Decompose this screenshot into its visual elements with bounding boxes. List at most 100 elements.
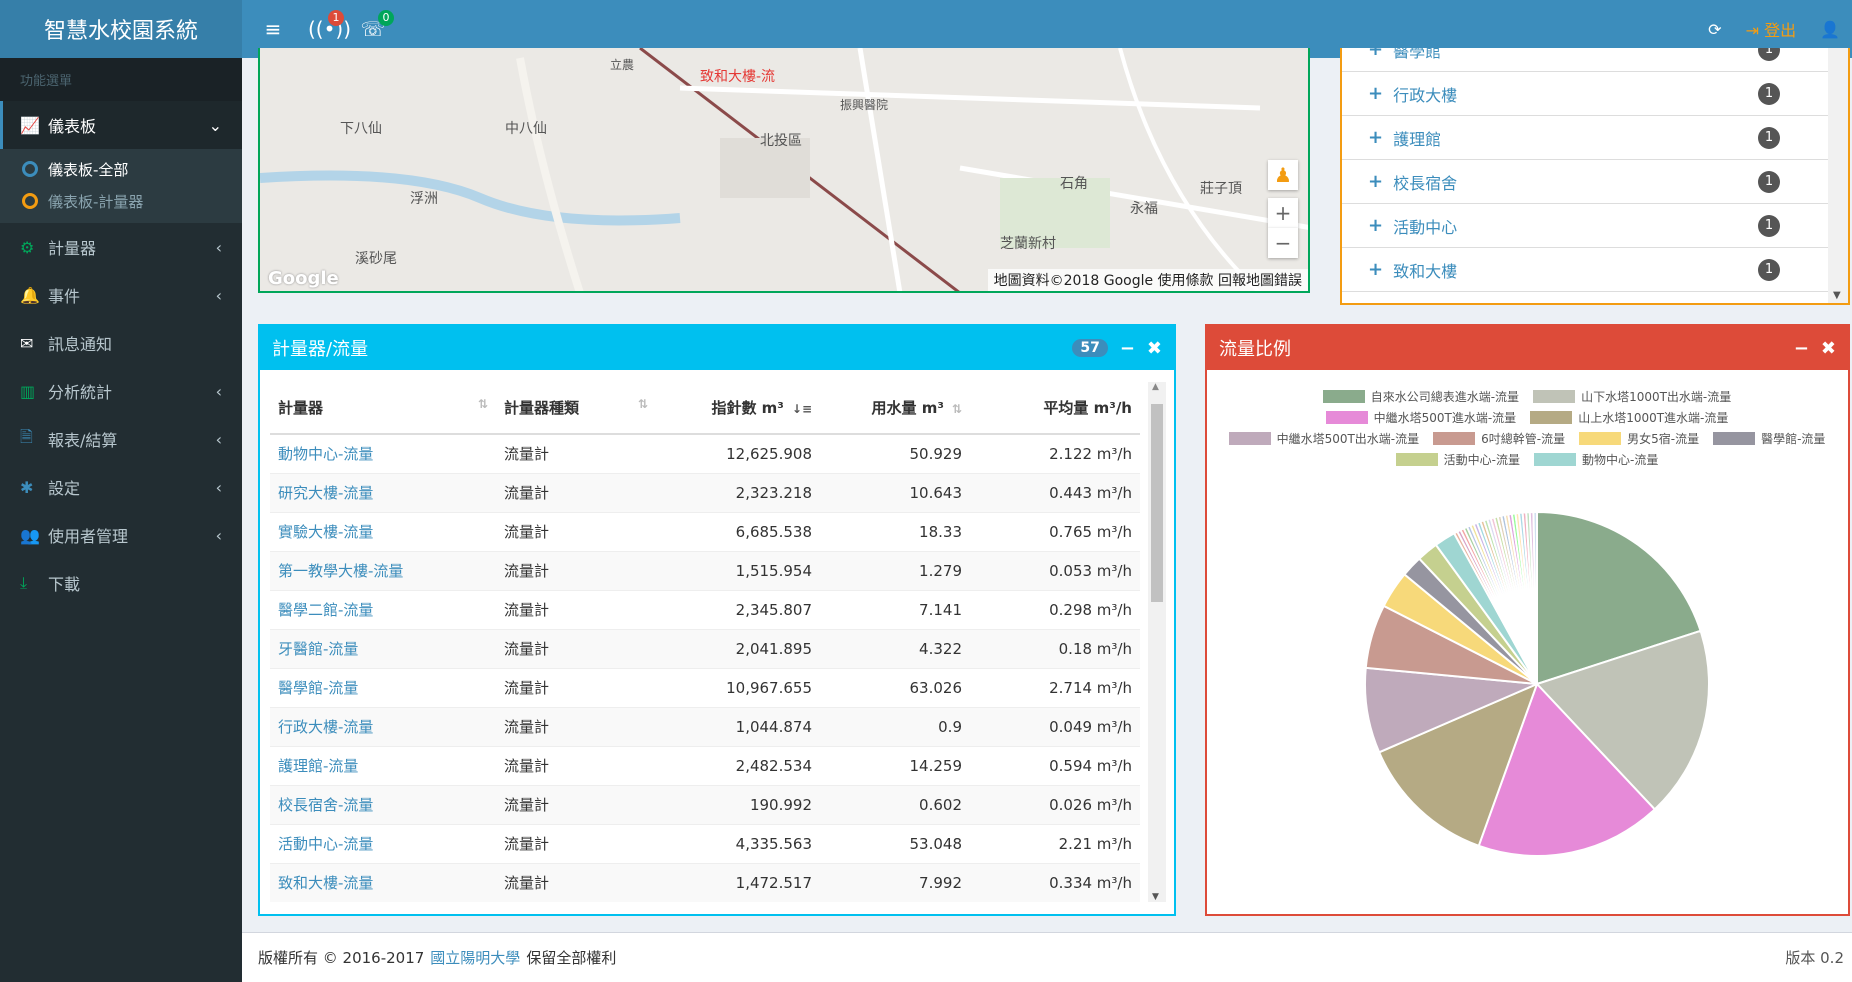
- sidebar-item-users[interactable]: 👥 使用者管理 ‹: [0, 511, 242, 559]
- building-item[interactable]: + 活動中心 1: [1342, 204, 1832, 248]
- building-item[interactable]: + 醫學館 1: [1342, 48, 1832, 72]
- sidebar-item-events[interactable]: 🔔 事件 ‹: [0, 271, 242, 319]
- meter-name-cell[interactable]: 牙醫館-流量: [270, 628, 496, 668]
- map-label: 下八仙: [340, 121, 382, 137]
- map-attribution[interactable]: 地圖資料©2018 Google 使用條款 回報地圖錯誤: [987, 269, 1308, 291]
- average-cell: 0.049 m³/h: [970, 706, 1140, 746]
- scroll-down-icon[interactable]: ▼: [1833, 290, 1841, 301]
- building-list-items: + 醫學館 1 + 行政大樓 1 + 護理館 1 + 校長宿舍 1 + 活動中心 1 + 致和大樓 1: [1342, 48, 1832, 292]
- meter-name-cell[interactable]: 致和大樓-流量: [270, 862, 496, 902]
- meter-reading-cell: 12,625.908: [656, 433, 820, 473]
- refresh-icon[interactable]: ⟳: [1708, 20, 1721, 39]
- sidebar-item-settings[interactable]: ✱ 設定 ‹: [0, 463, 242, 511]
- column-header[interactable]: 平均量 m³/h: [970, 382, 1140, 435]
- scroll-down-icon[interactable]: ▼: [1152, 892, 1159, 902]
- campus-map[interactable]: 致和大樓-流 北投區 中八仙 下八仙 浮洲 溪砂尾 石角 永福 莊子頂 芝蘭新村…: [258, 48, 1310, 293]
- meters-panel: 計量器/流量 57 − ✖ 計量器 ⇅ 計量器種類 ⇅ 指針數 m³ ↓≡ 用水量 m…: [258, 324, 1176, 916]
- average-cell: 0.443 m³/h: [970, 472, 1140, 512]
- table-header-row: 計量器 ⇅ 計量器種類 ⇅ 指針數 m³ ↓≡ 用水量 m³ ⇅ 平均量 m³/h: [270, 382, 1140, 435]
- average-cell: 0.18 m³/h: [970, 628, 1140, 668]
- table-row[interactable]: 研究大樓-流量 流量計 2,323.218 10.643 0.443 m³/h: [270, 472, 1140, 512]
- map-marker-label[interactable]: 致和大樓-流: [700, 66, 775, 86]
- sidebar-subitem-dashboard-all[interactable]: 儀表板-全部: [0, 153, 242, 185]
- building-count-badge: 1: [1758, 82, 1780, 105]
- pegman-icon[interactable]: ♟: [1268, 160, 1298, 190]
- notice-icon[interactable]: ☏ 0: [358, 10, 394, 44]
- meter-name-cell[interactable]: 醫學二館-流量: [270, 589, 496, 629]
- sidebar-item-messages[interactable]: ✉ 訊息通知: [0, 319, 242, 367]
- chevron-left-icon: ‹: [215, 381, 222, 401]
- sidebar-item-dashboard[interactable]: 📈 儀表板 ⌄: [0, 101, 242, 149]
- column-label: 平均量 m³/h: [1043, 399, 1132, 417]
- table-row[interactable]: 致和大樓-流量 流量計 1,472.517 7.992 0.334 m³/h: [270, 862, 1140, 902]
- building-item[interactable]: + 行政大樓 1: [1342, 72, 1832, 116]
- footer-university-link[interactable]: 國立陽明大學: [430, 947, 520, 968]
- table-row[interactable]: 實驗大樓-流量 流量計 6,685.538 18.33 0.765 m³/h: [270, 511, 1140, 551]
- average-cell: 0.026 m³/h: [970, 784, 1140, 824]
- meter-name-cell[interactable]: 醫學館-流量: [270, 667, 496, 707]
- sidebar-item-meters[interactable]: ⚙ 計量器 ‹: [0, 223, 242, 271]
- table-row[interactable]: 行政大樓-流量 流量計 1,044.874 0.9 0.049 m³/h: [270, 706, 1140, 746]
- sidebar-item-label: 計量器: [48, 239, 97, 258]
- table-row[interactable]: 醫學館-流量 流量計 10,967.655 63.026 2.714 m³/h: [270, 667, 1140, 707]
- column-header[interactable]: 用水量 m³ ⇅: [820, 382, 970, 435]
- table-row[interactable]: 動物中心-流量 流量計 12,625.908 50.929 2.122 m³/h: [270, 433, 1140, 473]
- scroll-up-icon[interactable]: ▲: [1152, 382, 1159, 392]
- building-list-scrollbar[interactable]: ▼: [1828, 48, 1848, 303]
- building-item[interactable]: + 致和大樓 1: [1342, 248, 1832, 292]
- meter-type-cell: 流量計: [496, 706, 656, 746]
- table-row[interactable]: 護理館-流量 流量計 2,482.534 14.259 0.594 m³/h: [270, 745, 1140, 785]
- sidebar-item-analytics[interactable]: ▥ 分析統計 ‹: [0, 367, 242, 415]
- table-row[interactable]: 第一教學大樓-流量 流量計 1,515.954 1.279 0.053 m³/h: [270, 550, 1140, 590]
- meter-name-cell[interactable]: 活動中心-流量: [270, 823, 496, 863]
- sidebar-item-label: 下載: [48, 575, 81, 594]
- chevron-left-icon: ‹: [215, 237, 222, 257]
- average-cell: 0.765 m³/h: [970, 511, 1140, 551]
- table-row[interactable]: 醫學二館-流量 流量計 2,345.807 7.141 0.298 m³/h: [270, 589, 1140, 629]
- meter-name-cell[interactable]: 第一教學大樓-流量: [270, 550, 496, 590]
- footer-rights: 保留全部權利: [526, 949, 617, 967]
- meter-name-cell[interactable]: 實驗大樓-流量: [270, 511, 496, 551]
- plus-icon: +: [1368, 259, 1384, 280]
- map-label: 北投區: [760, 133, 802, 149]
- table-row[interactable]: 校長宿舍-流量 流量計 190.992 0.602 0.026 m³/h: [270, 784, 1140, 824]
- table-row[interactable]: 牙醫館-流量 流量計 2,041.895 4.322 0.18 m³/h: [270, 628, 1140, 668]
- logout-button[interactable]: ⇥ 登出: [1746, 17, 1797, 41]
- building-item[interactable]: + 護理館 1: [1342, 116, 1832, 160]
- meter-name-cell[interactable]: 動物中心-流量: [270, 433, 496, 473]
- sidebar-item-label: 報表/結算: [48, 431, 118, 450]
- column-label: 指針數 m³: [711, 399, 784, 417]
- meter-name-cell[interactable]: 護理館-流量: [270, 745, 496, 785]
- app-brand[interactable]: 智慧水校園系統: [0, 0, 242, 58]
- usage-cell: 4.322: [820, 628, 970, 668]
- ratio-panel: 流量比例 − ✖ 自來水公司總表進水端-流量 山下水塔1000T出水端-流量 中繼水…: [1205, 324, 1850, 916]
- meter-name-cell[interactable]: 行政大樓-流量: [270, 706, 496, 746]
- close-icon[interactable]: ✖: [1147, 338, 1162, 359]
- sidebar-subitem-dashboard-meter[interactable]: 儀表板-計量器: [0, 185, 242, 217]
- zoom-in-button[interactable]: +: [1268, 198, 1298, 228]
- column-header[interactable]: 指針數 m³ ↓≡: [656, 382, 820, 435]
- zoom-out-button[interactable]: −: [1268, 228, 1298, 258]
- usage-cell: 50.929: [820, 433, 970, 473]
- average-cell: 2.714 m³/h: [970, 667, 1140, 707]
- collapse-icon[interactable]: −: [1120, 338, 1135, 359]
- column-header[interactable]: 計量器種類 ⇅: [496, 382, 656, 435]
- building-name: 校長宿舍: [1393, 173, 1458, 193]
- meter-name-cell[interactable]: 校長宿舍-流量: [270, 784, 496, 824]
- sidebar-item-download[interactable]: ⤓ 下載: [0, 559, 242, 607]
- user-icon[interactable]: 👤: [1820, 20, 1840, 39]
- table-row[interactable]: 活動中心-流量 流量計 4,335.563 53.048 2.21 m³/h: [270, 823, 1140, 863]
- meters-table-scrollbar[interactable]: ▲ ▼: [1148, 382, 1166, 902]
- meter-type-cell: 流量計: [496, 745, 656, 785]
- hamburger-icon[interactable]: ≡: [258, 14, 288, 44]
- column-header[interactable]: 計量器 ⇅: [270, 382, 496, 435]
- meter-reading-cell: 2,345.807: [656, 589, 820, 629]
- building-item[interactable]: + 校長宿舍 1: [1342, 160, 1832, 204]
- scrollbar-thumb[interactable]: [1151, 404, 1163, 602]
- sidebar-section-label: 功能選單: [0, 58, 242, 101]
- circle-icon: [22, 193, 38, 209]
- meter-name-cell[interactable]: 研究大樓-流量: [270, 472, 496, 512]
- sidebar-item-reports[interactable]: 🗎 報表/結算 ‹: [0, 415, 242, 463]
- alarm-icon[interactable]: ((•)) 1: [308, 10, 351, 44]
- subitem-label: 儀表板-計量器: [48, 192, 144, 211]
